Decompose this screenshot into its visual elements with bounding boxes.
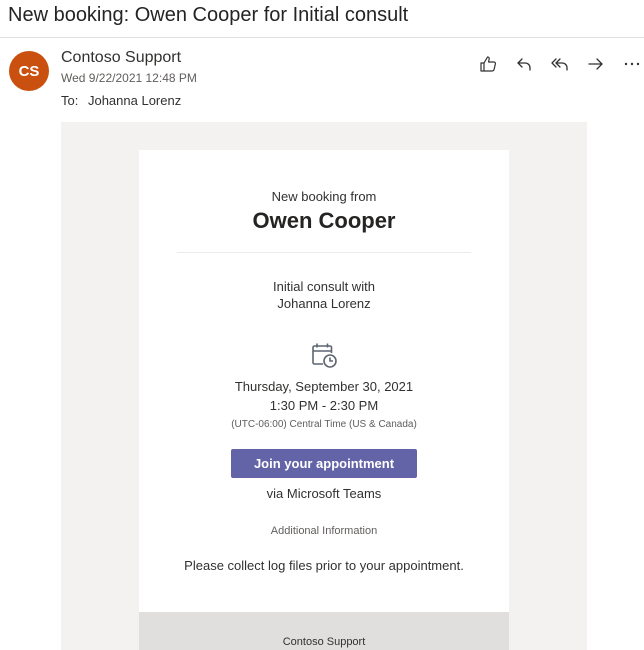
reply-all-button[interactable] xyxy=(542,50,578,78)
forward-icon xyxy=(588,58,603,70)
card-footer: Contoso Support xyxy=(139,612,509,650)
avatar[interactable]: CS xyxy=(9,51,49,91)
reply-button[interactable] xyxy=(506,50,542,78)
footer-business-name: Contoso Support xyxy=(282,636,366,648)
customer-name: Owen Cooper xyxy=(252,208,396,233)
join-appointment-button[interactable]: Join your appointment xyxy=(231,449,417,478)
booking-heading: New booking from xyxy=(271,189,377,204)
additional-info-note: Please collect log files prior to your a… xyxy=(184,558,464,573)
service-description: Initial consult with Johanna Lorenz xyxy=(139,278,509,312)
more-icon xyxy=(624,62,640,66)
like-button[interactable] xyxy=(470,50,506,78)
forward-button[interactable] xyxy=(578,50,614,78)
sent-date: Wed 9/22/2021 12:48 PM xyxy=(61,71,197,85)
additional-info-heading: Additional Information xyxy=(270,525,378,537)
email-subject: New booking: Owen Cooper for Initial con… xyxy=(8,4,409,26)
appointment-timezone: (UTC-06:00) Central Time (US & Canada) xyxy=(231,419,417,430)
appointment-time: 1:30 PM - 2:30 PM xyxy=(269,398,379,413)
like-icon xyxy=(480,56,497,72)
message-body: New booking from Owen Cooper Initial con… xyxy=(61,122,587,650)
subject-bar: New booking: Owen Cooper for Initial con… xyxy=(0,0,644,38)
reply-icon xyxy=(517,58,531,71)
more-actions-button[interactable] xyxy=(614,50,644,78)
recipients-line: To: Johanna Lorenz xyxy=(61,93,181,108)
booking-card: New booking from Owen Cooper Initial con… xyxy=(139,150,509,650)
reply-all-icon xyxy=(551,58,568,71)
service-line: Initial consult with xyxy=(273,279,375,294)
sender-name[interactable]: Contoso Support xyxy=(61,49,181,67)
message-actions xyxy=(470,50,644,78)
calendar-clock-icon xyxy=(312,343,337,368)
meeting-platform: via Microsoft Teams xyxy=(266,486,382,501)
appointment-date: Thursday, September 30, 2021 xyxy=(234,379,414,394)
divider xyxy=(177,252,471,253)
staff-name: Johanna Lorenz xyxy=(277,296,371,311)
recipient-name[interactable]: Johanna Lorenz xyxy=(88,93,181,108)
to-label: To: xyxy=(61,93,79,108)
